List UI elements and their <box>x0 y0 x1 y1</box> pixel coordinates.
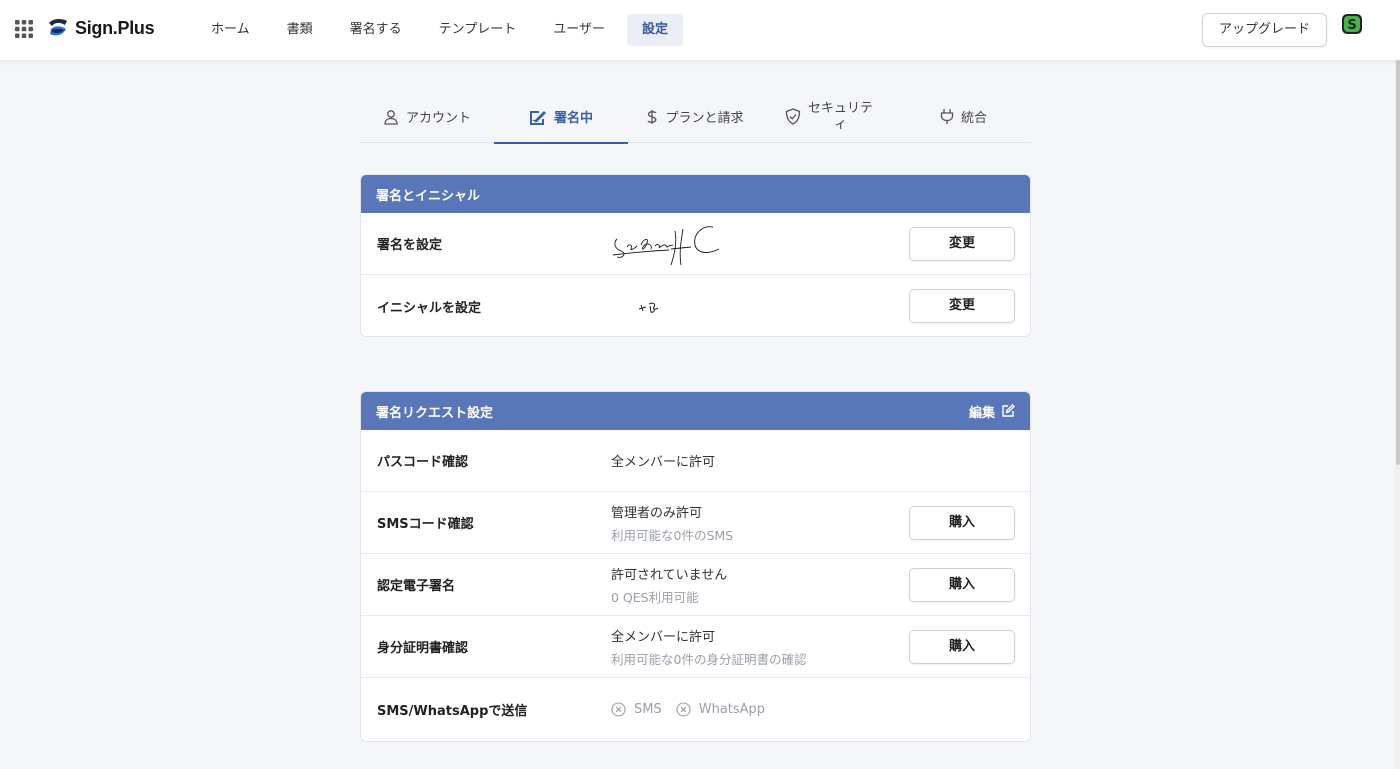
tab-integrations[interactable]: 統合 <box>896 90 1031 143</box>
tab-plans-billing[interactable]: プランと請求 <box>628 90 762 143</box>
id-verification-label: 身分証明書確認 <box>377 641 469 656</box>
settings-tabs: アカウント 署名中 プランと請求 セキュリテ ィ 統合 <box>360 90 1031 144</box>
main-nav: ホーム 書類 署名する テンプレート ユーザー 設定 <box>196 14 690 46</box>
send-via-label: SMS/WhatsAppで送信 <box>377 703 528 719</box>
upgrade-button[interactable]: アップグレード <box>1202 13 1327 47</box>
buy-id-verification-button[interactable]: 購入 <box>909 630 1015 664</box>
user-icon <box>384 109 398 125</box>
tab-account[interactable]: アカウント <box>360 90 494 143</box>
tab-account-label: アカウント <box>405 111 471 126</box>
channel-whatsapp-label: WhatsApp <box>698 701 766 717</box>
initials-row: イニシャルを設定 変更 <box>361 275 1030 336</box>
tab-security-label-line2: ィ <box>833 116 847 132</box>
buy-sms-button[interactable]: 購入 <box>909 506 1015 540</box>
edit-icon <box>1002 404 1015 417</box>
passcode-value-group: 全メンバーに許可 <box>611 430 715 491</box>
passcode-verification-row: パスコード確認 全メンバーに許可 <box>361 430 1030 492</box>
channel-whatsapp: WhatsApp <box>676 702 765 717</box>
qes-value: 許可されていません <box>611 567 728 583</box>
sms-code-value: 管理者のみ許可 <box>611 505 703 521</box>
sms-code-sub: 利用可能な0件のSMS <box>611 527 734 543</box>
id-verification-row: 身分証明書確認 全メンバーに許可 利用可能な0件の身分証明書の確認 購入 <box>361 616 1030 678</box>
tab-security-label-line1: セキュリテ <box>807 100 873 116</box>
tab-integrations-label: 統合 <box>960 111 987 126</box>
x-circle-icon <box>676 701 691 717</box>
change-signature-button[interactable]: 変更 <box>909 227 1015 261</box>
x-circle-icon <box>611 701 626 717</box>
tab-signing[interactable]: 署名中 <box>494 90 628 144</box>
tab-signing-label: 署名中 <box>553 111 593 126</box>
channel-list: SMS WhatsApp <box>611 678 765 740</box>
avatar-letter: S <box>1347 18 1356 33</box>
plug-icon <box>940 109 954 124</box>
signature-card-header: 署名とイニシャル <box>361 175 1030 213</box>
signature-edit-icon <box>529 110 546 125</box>
nav-sign[interactable]: 署名する <box>335 14 417 46</box>
edit-label: 編集 <box>968 405 995 421</box>
nav-users[interactable]: ユーザー <box>538 14 620 46</box>
signature-row-label: 署名を設定 <box>377 238 443 253</box>
sms-code-label: SMSコード確認 <box>377 517 474 532</box>
signing-request-settings-card: 署名リクエスト設定 編集 パスコード確認 全メンバーに許可 SMSコード確認 管… <box>360 391 1031 742</box>
signature-row: 署名を設定 変更 <box>361 213 1030 275</box>
sms-code-verification-row: SMSコード確認 管理者のみ許可 利用可能な0件のSMS 購入 <box>361 492 1030 554</box>
channel-sms: SMS <box>611 702 662 717</box>
id-verification-value-group: 全メンバーに許可 利用可能な0件の身分証明書の確認 <box>611 616 806 677</box>
signature-initials-card: 署名とイニシャル 署名を設定 変更 イニシャルを設定 変更 <box>360 174 1031 337</box>
sms-code-value-group: 管理者のみ許可 利用可能な0件のSMS <box>611 492 733 553</box>
change-initials-button[interactable]: 変更 <box>909 289 1015 323</box>
dollar-icon <box>647 109 658 124</box>
request-card-header: 署名リクエスト設定 編集 <box>361 392 1030 430</box>
nav-templates[interactable]: テンプレート <box>424 14 532 46</box>
tab-security[interactable]: セキュリテ ィ <box>762 90 896 143</box>
nav-settings[interactable]: 設定 <box>627 14 684 46</box>
qes-sub: 0 QES利用可能 <box>611 589 699 605</box>
passcode-label: パスコード確認 <box>377 455 469 470</box>
id-verification-sub: 利用可能な0件の身分証明書の確認 <box>611 651 807 667</box>
edit-button[interactable]: 編集 <box>969 402 1015 421</box>
apps-grid-icon[interactable] <box>15 20 33 38</box>
qes-value-group: 許可されていません 0 QES利用可能 <box>611 554 727 615</box>
initials-image <box>638 302 659 313</box>
signplus-logo-icon <box>49 18 67 36</box>
top-navigation-bar: Sign.Plus ホーム 書類 署名する テンプレート ユーザー 設定 アップ… <box>0 0 1400 60</box>
id-verification-value: 全メンバーに許可 <box>611 629 716 645</box>
buy-qes-button[interactable]: 購入 <box>909 568 1015 602</box>
nav-home[interactable]: ホーム <box>196 14 265 46</box>
signature-card-title: 署名とイニシャル <box>376 188 481 204</box>
logo-text: Sign.Plus <box>75 17 155 38</box>
send-via-sms-whatsapp-row: SMS/WhatsAppで送信 SMS WhatsApp <box>361 678 1030 740</box>
qes-label: 認定電子署名 <box>377 579 456 594</box>
request-card-title: 署名リクエスト設定 <box>376 405 494 421</box>
passcode-value: 全メンバーに許可 <box>611 455 716 470</box>
channel-sms-label: SMS <box>634 701 662 717</box>
tab-security-label: セキュリテ ィ <box>808 101 873 133</box>
shield-check-icon <box>785 108 801 125</box>
app-logo[interactable]: Sign.Plus <box>47 17 155 39</box>
signature-image <box>612 226 720 266</box>
avatar[interactable]: S <box>1342 14 1362 34</box>
tab-plans-billing-label: プランと請求 <box>665 111 744 126</box>
scrollbar-thumb[interactable] <box>1396 60 1400 465</box>
qes-row: 認定電子署名 許可されていません 0 QES利用可能 購入 <box>361 554 1030 616</box>
initials-row-label: イニシャルを設定 <box>377 300 482 316</box>
nav-documents[interactable]: 書類 <box>272 14 328 46</box>
